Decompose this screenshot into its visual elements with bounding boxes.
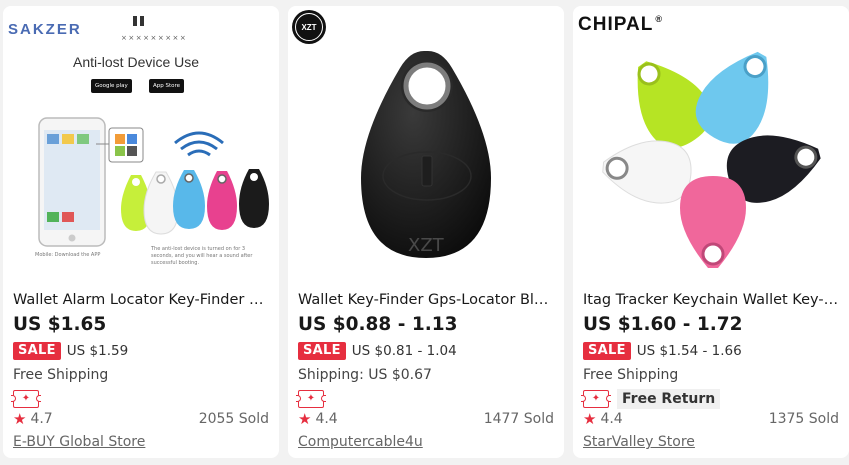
product-title[interactable]: Wallet Alarm Locator Key-Finder Bluetoot… [13, 290, 271, 310]
product-image[interactable]: XZT XZT [288, 6, 564, 282]
coupon-row: ✦ Free Return [581, 388, 721, 410]
sale-price: US $1.54 - 1.66 [636, 343, 742, 359]
product-card[interactable]: CHIPAL ® Itag Tracker Keychain Wallet Key… [573, 6, 849, 458]
product-title[interactable]: Itag Tracker Keychain Wallet Key-Finder [583, 290, 841, 310]
shipping-info: Free Shipping [13, 367, 109, 383]
product-card[interactable]: ××××××××× SAKZER Anti-lost Device Use Go… [3, 6, 279, 458]
svg-text:XZT: XZT [408, 235, 445, 256]
app-store-badge: App Store [149, 79, 185, 93]
rating: ★ 4.7 [13, 410, 53, 428]
brand-logo: SAKZER [8, 21, 82, 38]
store-link[interactable]: StarValley Store [583, 434, 695, 450]
rating: ★ 4.4 [583, 410, 623, 428]
product-card[interactable]: XZT XZT Wallet Key-Finder Gps-Locator Bl… [288, 6, 564, 458]
coupon-row: ✦ [296, 388, 326, 410]
coupon-row: ✦ [11, 388, 41, 410]
sale-badge: SALE [13, 342, 61, 360]
sale-badge: SALE [298, 342, 346, 360]
product-image[interactable]: CHIPAL ® [573, 6, 849, 282]
sold-count: 1477 Sold [483, 411, 554, 427]
rating-value: 4.4 [600, 411, 623, 427]
product-price: US $1.65 [13, 314, 107, 335]
sold-count: 1375 Sold [768, 411, 839, 427]
sale-price: US $1.59 [66, 343, 129, 359]
image-note: The anti-lost device is turned on for 3 … [151, 246, 253, 266]
sale-price: US $0.81 - 1.04 [351, 343, 457, 359]
shipping-info: Shipping: US $0.67 [298, 367, 432, 383]
shipping-info: Free Shipping [583, 367, 679, 383]
rating-row: ★ 4.4 1477 Sold [298, 409, 554, 429]
sale-badge: SALE [583, 342, 631, 360]
store-link[interactable]: Computercable4u [298, 434, 423, 450]
sale-row: SALE US $0.81 - 1.04 [298, 341, 457, 361]
image-headline: Anti-lost Device Use [73, 54, 200, 70]
product-price: US $0.88 - 1.13 [298, 314, 458, 335]
image-caption: Mobile: Download the APP [35, 252, 101, 258]
sale-row: SALE US $1.54 - 1.66 [583, 341, 742, 361]
rating-row: ★ 4.7 2055 Sold [13, 409, 269, 429]
product-image[interactable]: ××××××××× SAKZER Anti-lost Device Use Go… [3, 6, 279, 282]
star-icon: ★ [583, 410, 597, 428]
sold-count: 2055 Sold [198, 411, 269, 427]
rating: ★ 4.4 [298, 410, 338, 428]
product-title[interactable]: Wallet Key-Finder Gps-Locator Bluetooth [298, 290, 556, 310]
brand-logo: CHIPAL ® [578, 14, 663, 35]
brand-logo: XZT [292, 10, 326, 44]
product-price: US $1.60 - 1.72 [583, 314, 743, 335]
store-link[interactable]: E-BUY Global Store [13, 434, 145, 450]
rating-value: 4.7 [30, 411, 53, 427]
coupon-icon: ✦ [296, 390, 326, 408]
coupon-icon: ✦ [11, 390, 41, 408]
rating-row: ★ 4.4 1375 Sold [583, 409, 839, 429]
sale-row: SALE US $1.59 [13, 341, 128, 361]
coupon-icon: ✦ [581, 390, 611, 408]
free-return-badge: Free Return [617, 389, 721, 409]
google-play-badge: Google play [91, 79, 132, 93]
rating-value: 4.4 [315, 411, 338, 427]
star-icon: ★ [298, 410, 312, 428]
star-icon: ★ [13, 410, 27, 428]
svg-text:×××××××××: ××××××××× [121, 34, 187, 42]
